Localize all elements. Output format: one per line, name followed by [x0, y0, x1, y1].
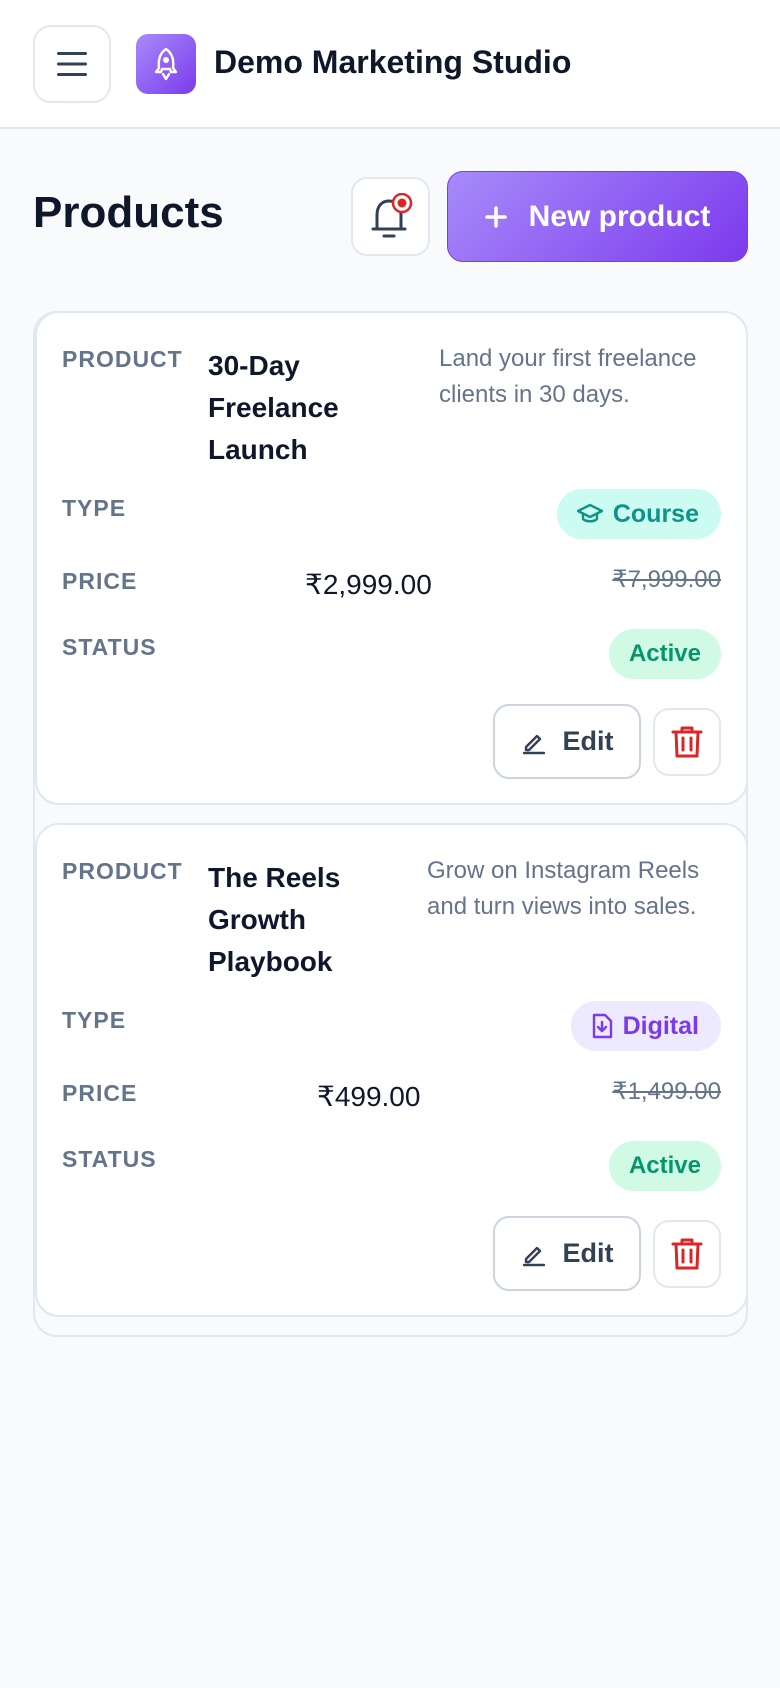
page-title: Products — [33, 188, 224, 237]
product-card: PRODUCT The Reels Growth Playbook Grow o… — [35, 823, 748, 1317]
type-badge: Digital — [570, 1001, 721, 1051]
hamburger-menu-icon — [57, 52, 87, 76]
plus-icon — [484, 205, 507, 228]
type-badge: Course — [556, 489, 721, 539]
type-label: TYPE — [62, 1007, 127, 1033]
edit-label: Edit — [562, 726, 614, 756]
edit-button[interactable]: Edit — [493, 1216, 641, 1291]
product-name: 30-Day Freelance Launch — [208, 350, 339, 465]
price-value: ₹2,999.00 — [305, 569, 432, 600]
edit-label: Edit — [562, 1238, 614, 1268]
product-name: The Reels Growth Playbook — [208, 862, 341, 977]
trash-icon — [671, 726, 703, 758]
type-label: TYPE — [62, 495, 127, 521]
product-description: Grow on Instagram Reels and turn views i… — [427, 857, 700, 920]
type-value: Course — [612, 499, 699, 528]
top-bar: Demo Marketing Studio — [0, 0, 780, 129]
pencil-icon — [522, 734, 545, 754]
status-label: STATUS — [62, 1146, 157, 1172]
status-badge: Active — [608, 1141, 721, 1191]
product-card: PRODUCT 30-Day Freelance Launch Land you… — [35, 311, 748, 805]
delete-button[interactable] — [653, 708, 721, 776]
rocket-icon — [154, 47, 178, 81]
product-description: Land your first freelance clients in 30 … — [439, 345, 697, 408]
type-value: Digital — [622, 1011, 699, 1040]
menu-button[interactable] — [33, 25, 111, 103]
new-product-label: New product — [528, 199, 711, 233]
price-value: ₹499.00 — [317, 1081, 421, 1112]
price-label: PRICE — [62, 568, 138, 594]
price-label: PRICE — [62, 1080, 138, 1106]
file-download-icon — [592, 1013, 612, 1039]
product-label: PRODUCT — [62, 346, 183, 372]
notifications-button[interactable] — [351, 177, 430, 256]
status-label: STATUS — [62, 634, 157, 660]
delete-button[interactable] — [653, 1220, 721, 1288]
trash-icon — [671, 1238, 703, 1270]
pencil-icon — [522, 1246, 545, 1266]
product-label: PRODUCT — [62, 858, 183, 884]
original-price: ₹1,499.00 — [612, 1078, 721, 1105]
brand-name: Demo Marketing Studio — [214, 44, 572, 80]
brand-logo[interactable] — [136, 34, 196, 94]
original-price: ₹7,999.00 — [612, 566, 721, 593]
status-badge: Active — [608, 629, 721, 679]
bell-icon — [371, 192, 412, 237]
graduation-cap-icon — [576, 503, 603, 523]
edit-button[interactable]: Edit — [493, 704, 641, 779]
new-product-button[interactable]: New product — [447, 171, 748, 262]
